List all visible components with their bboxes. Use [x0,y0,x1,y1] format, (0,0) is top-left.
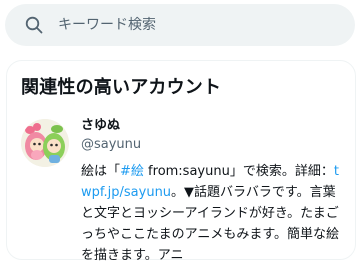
bio-hashtag-link[interactable]: #絵 [120,164,144,179]
account-bio: 絵は「#絵 from:sayunu」で検索。詳細：twpf.jp/sayunu。… [81,161,347,266]
account-handle[interactable]: @sayunu [81,135,351,155]
account-name[interactable]: さゆぬ [81,117,351,135]
related-accounts-card: 関連性の高いアカウント さゆぬ @sayunu 絵は「#絵 from:sayun… [6,60,356,263]
bio-text-2: from:sayunu」で検索。詳細： [143,164,334,179]
account-body: さゆぬ @sayunu 絵は「#絵 from:sayunu」で検索。詳細：twp… [81,117,351,266]
search-input[interactable] [58,13,328,37]
search-icon [25,16,43,34]
search-area [0,0,360,52]
bio-text-1: 絵は「 [81,164,121,179]
search-bar[interactable] [5,4,355,46]
related-accounts-title: 関連性の高いアカウント [21,77,222,98]
avatar[interactable] [21,119,69,167]
